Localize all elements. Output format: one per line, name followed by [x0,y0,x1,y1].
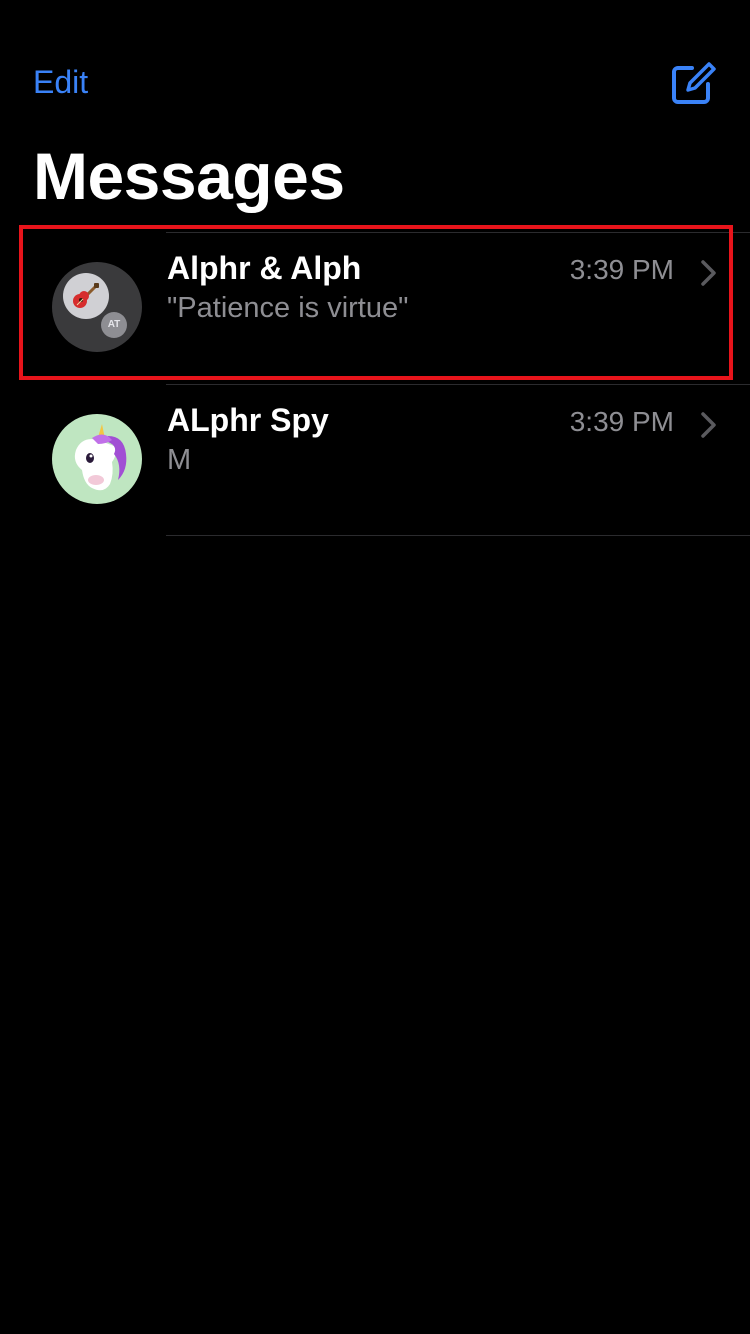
compose-icon [672,62,716,104]
page-title: Messages [33,139,345,213]
chevron-right-icon [701,412,716,438]
conversation-name: Alphr & Alph [167,250,362,286]
timestamp: 3:39 PM [569,254,674,285]
message-preview: "Patience is virtue" [167,292,409,324]
divider [166,232,750,233]
conversation-row[interactable]: AT Alphr & Alph "Patience is virtue" 3:3… [0,232,750,384]
conversation-name: ALphr Spy [167,402,329,438]
timestamp: 3:39 PM [569,406,674,437]
divider [166,535,750,536]
conversation-row[interactable]: ALphr Spy M 3:39 PM [0,384,750,536]
avatar [63,273,109,319]
edit-button[interactable]: Edit [33,64,88,101]
guitar-icon [73,283,99,308]
conversation-list: AT Alphr & Alph "Patience is virtue" 3:3… [0,232,750,536]
compose-button[interactable] [668,60,716,108]
avatar [52,414,142,504]
unicorn-icon [74,424,127,491]
initials-avatar: AT [101,312,127,338]
message-preview: M [167,444,192,476]
group-avatar: AT [52,262,142,352]
chevron-right-icon [701,260,716,286]
nav-bar: Edit [0,0,750,130]
divider [166,384,750,385]
